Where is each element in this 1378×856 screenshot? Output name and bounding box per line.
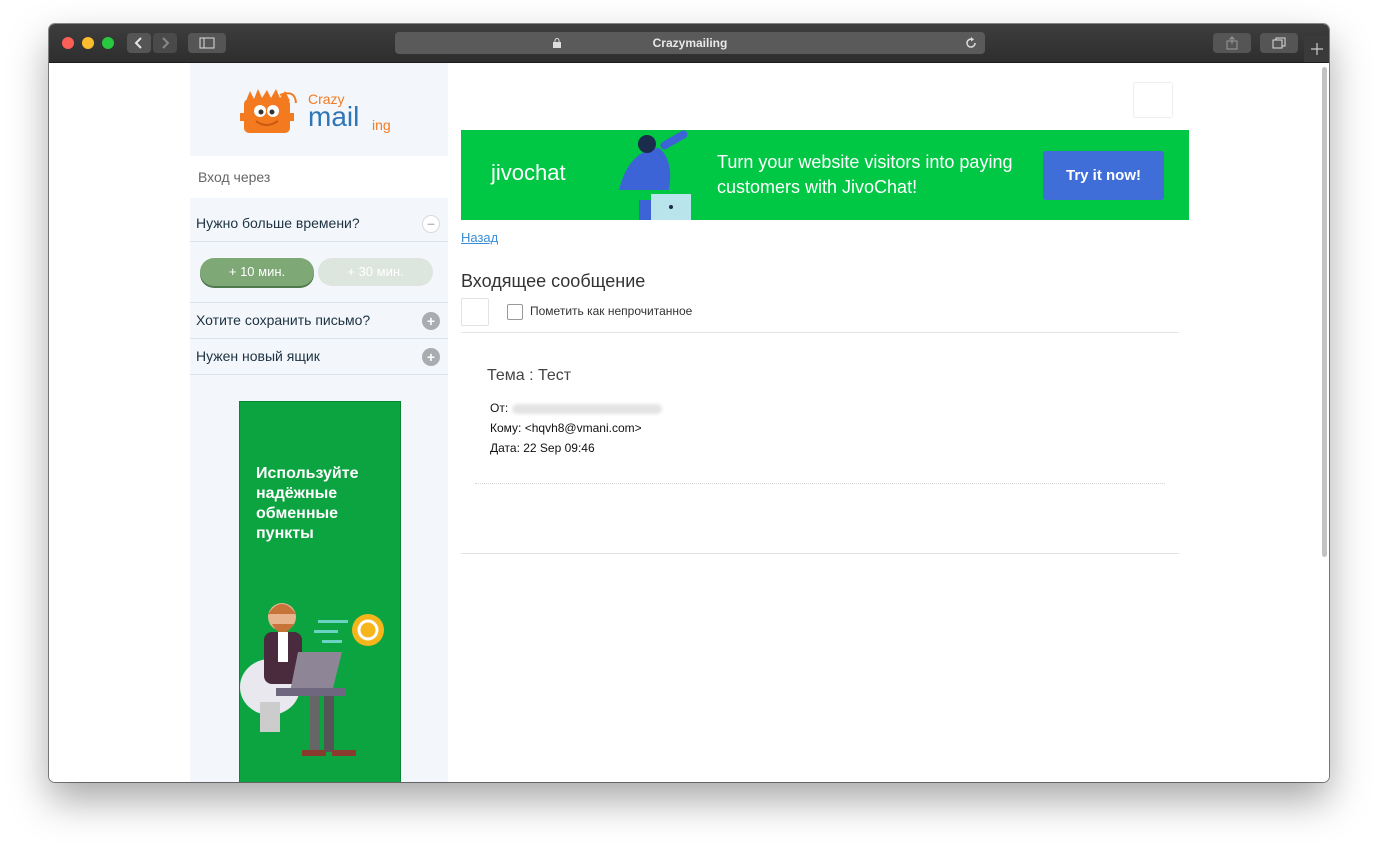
corner-placeholder-box[interactable]: [1133, 82, 1173, 118]
message-to: Кому: <hqvh8@vmani.com>: [490, 421, 642, 435]
new-box-toggle[interactable]: Нужен новый ящик +: [190, 339, 448, 375]
reload-icon[interactable]: [965, 37, 977, 49]
from-label: От:: [490, 401, 509, 415]
back-button[interactable]: [127, 33, 151, 53]
title-bar: Crazymailing: [49, 24, 1329, 63]
sidebar-ad-text: Используйте надёжные обменные пункты: [256, 465, 359, 542]
chevron-right-icon: [162, 37, 170, 49]
time-extension-row: + 10 мин. + 30 мин.: [190, 242, 448, 302]
address-bar[interactable]: Crazymailing: [395, 32, 985, 54]
message-subject: Тема : Тест: [487, 367, 572, 384]
redacted-sender: [512, 403, 663, 414]
expand-icon[interactable]: +: [422, 348, 440, 366]
new-tab-button[interactable]: [1304, 36, 1329, 62]
save-letter-toggle[interactable]: Хотите сохранить письмо? +: [190, 302, 448, 339]
tabs-icon: [1272, 37, 1286, 49]
try-it-now-button[interactable]: Try it now!: [1043, 151, 1164, 200]
message-date: Дата: 22 Sep 09:46: [490, 441, 595, 455]
ad-illustration-person: [619, 130, 691, 220]
sidebar: Crazy mail ing Вход через Нужно больше в…: [190, 63, 448, 782]
divider: [461, 332, 1179, 333]
page-content: Crazy mail ing Вход через Нужно больше в…: [49, 63, 1329, 782]
plus-icon: [1310, 43, 1323, 55]
mark-unread-label: Пометить как непрочитанное: [530, 304, 693, 318]
zoom-window-button[interactable]: [102, 37, 114, 49]
new-box-label: Нужен новый ящик: [196, 348, 320, 364]
expand-icon[interactable]: +: [422, 312, 440, 330]
person-with-laptop-illustration: [240, 603, 384, 756]
message-from: От:: [490, 401, 663, 415]
collapse-icon[interactable]: –: [422, 215, 440, 233]
page-title: Crazymailing: [652, 36, 728, 50]
ad-message: Turn your website visitors into paying c…: [717, 152, 1013, 197]
more-time-toggle[interactable]: Нужно больше времени? –: [190, 206, 448, 242]
scrollbar[interactable]: [1322, 67, 1327, 557]
logo-mascot-icon: [240, 89, 297, 133]
browser-window: Crazymailing Crazy mail ing Вход через Н…: [49, 24, 1329, 782]
share-button[interactable]: [1213, 33, 1251, 53]
action-square-button[interactable]: [461, 298, 489, 326]
back-link[interactable]: Назад: [461, 230, 498, 245]
dotted-divider: [475, 483, 1165, 484]
sidebar-icon: [199, 37, 215, 49]
divider: [461, 553, 1179, 554]
logo-text-ing: ing: [372, 117, 391, 133]
mark-unread-checkbox[interactable]: [507, 304, 523, 320]
incoming-message-heading: Входящее сообщение: [461, 271, 646, 291]
jivochat-logo: jivochat: [491, 160, 566, 185]
share-icon: [1226, 36, 1238, 50]
sidebar-ad-banner[interactable]: Используйте надёжные обменные пункты: [239, 401, 401, 782]
add-30-min-button[interactable]: + 30 мин.: [318, 258, 433, 286]
more-time-label: Нужно больше времени?: [196, 215, 360, 231]
message-view: jivochat Turn your website visitors into…: [461, 63, 1201, 782]
minimize-window-button[interactable]: [82, 37, 94, 49]
show-tabs-button[interactable]: [1260, 33, 1298, 53]
logo[interactable]: Crazy mail ing: [190, 63, 448, 156]
forward-button[interactable]: [153, 33, 177, 53]
jivochat-ad-banner[interactable]: jivochat Turn your website visitors into…: [461, 130, 1189, 220]
lock-icon: [553, 38, 561, 48]
add-10-min-button[interactable]: + 10 мин.: [200, 258, 314, 286]
save-letter-label: Хотите сохранить письмо?: [196, 312, 371, 328]
chevron-left-icon: [134, 37, 142, 49]
logo-text-mail: mail: [308, 101, 360, 132]
sidebar-toggle-button[interactable]: [188, 33, 226, 53]
close-window-button[interactable]: [62, 37, 74, 49]
login-via-label: Вход через: [190, 156, 448, 198]
